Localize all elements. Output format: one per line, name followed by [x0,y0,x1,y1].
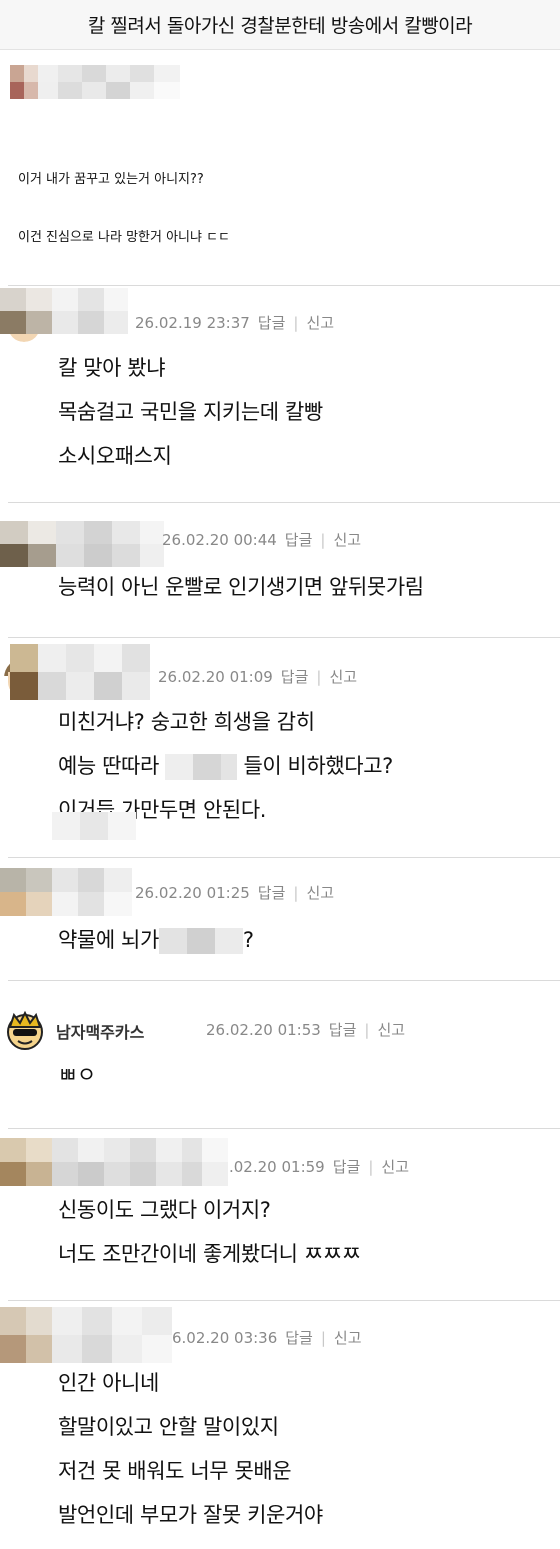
divider [8,285,560,286]
comment-item: 남자맥주카스 26.02.20 01:53 답글 | 신고 ㅃㅇ [0,983,560,1108]
comment-body: 약물에 뇌가? [58,922,254,966]
comment-line: 저건 못 배워도 너무 못배운 [58,1459,292,1483]
comment-body: 칼 맞아 봤냐 목숨걸고 국민을 지키는데 칼빵 소시오패스지 [58,350,323,482]
beer-avatar-icon[interactable] [4,1009,46,1051]
comment-line: 능력이 아닌 운빨로 인기생기면 앞뒤못가림 [58,575,424,599]
reply-link[interactable]: 답글 [258,312,286,333]
report-link[interactable]: 신고 [333,529,361,550]
comment-item: 26.02.20 01:09 답글 | 신고 미친거냐? 숭고한 희생을 감히 … [0,640,560,840]
comment-meta: 26.02.20 00:44 답글 | 신고 [162,529,361,550]
meta-separator: | [293,883,299,902]
comment-time: 26.02.19 23:37 [135,313,250,332]
nickname-mosaic [10,644,150,700]
nickname-mosaic [0,1138,228,1186]
comment-line: 칼 맞아 봤냐 [58,356,166,380]
meta-separator: | [320,1328,326,1347]
post-title-bar: 칼 찔려서 돌아가신 경찰분한테 방송에서 칼빵이라 [0,0,560,50]
comment-line: 신동이도 그랬다 이거지? [58,1198,271,1222]
comment-item: 26.02.20 01:25 답글 | 신고 약물에 뇌가? [0,840,560,980]
meta-separator: | [293,313,299,332]
comment-meta: 26.02.20 01:25 답글 | 신고 [135,882,334,903]
comment-line-part: 예능 딴따라 [58,754,159,778]
mosaic-blur [10,65,180,99]
comment-line: 할말이있고 안할 말이있지 [58,1415,279,1439]
comment-meta: 6.02.20 03:36 답글 | 신고 [172,1327,362,1348]
divider [8,502,560,503]
comment-meta: .02.20 01:59 답글 | 신고 [229,1156,409,1177]
divider [8,637,560,638]
comment-time: 26.02.20 00:44 [162,530,277,549]
report-link[interactable]: 신고 [306,312,334,333]
post-body: 이거 내가 꿈꾸고 있는거 아니지?? 이건 진심으로 나라 망한거 아니냐 ㄷ… [18,170,230,286]
comment-line: 발언인데 부모가 잘못 키운거야 [58,1503,323,1527]
comment-time: 26.02.20 01:53 [206,1020,321,1039]
reply-link[interactable]: 답글 [333,1156,361,1177]
nickname-mosaic [0,288,128,334]
reply-link[interactable]: 답글 [285,1327,313,1348]
post-author-mosaic [10,64,180,100]
report-link[interactable]: 신고 [329,666,357,687]
comment-item: 26.02.19 23:37 답글 | 신고 칼 맞아 봤냐 목숨걸고 국민을 … [0,288,560,500]
comment-body: 능력이 아닌 운빨로 인기생기면 앞뒤못가림 [58,569,424,613]
post-body-line: 이거 내가 꿈꾸고 있는거 아니지?? [18,172,204,187]
reply-link[interactable]: 답글 [285,529,313,550]
meta-separator: | [320,530,326,549]
divider [8,980,560,981]
nickname-mosaic [0,1307,172,1363]
report-link[interactable]: 신고 [381,1156,409,1177]
comment-item: 6.02.20 03:36 답글 | 신고 인간 아니네 할말이있고 안할 말이… [0,1303,560,1549]
comment-body: ㅃㅇ [58,1057,96,1101]
report-link[interactable]: 신고 [334,1327,362,1348]
comment-line-part: 약물에 뇌가 [58,928,159,952]
censor-mosaic [158,928,243,954]
comment-line-part: 들이 비하했다고? [243,754,393,778]
reply-link[interactable]: 답글 [329,1019,357,1040]
comment-item: 26.02.20 00:44 답글 | 신고 능력이 아닌 운빨로 인기생기면 … [0,505,560,635]
comment-time: .02.20 01:59 [229,1157,325,1176]
reply-link[interactable]: 답글 [258,882,286,903]
report-link[interactable]: 신고 [377,1019,405,1040]
comment-line: 너도 조만간이네 좋게봤더니 ㅉㅉㅉ [58,1242,361,1266]
comment-line-part: ? [242,928,254,952]
comment-item: .02.20 01:59 답글 | 신고 신동이도 그랬다 이거지? 너도 조만… [0,1110,560,1300]
comment-time: 26.02.20 01:09 [158,667,273,686]
overlay-mosaic [52,812,136,840]
post-body-line: 이건 진심으로 나라 망한거 아니냐 ㄷㄷ [18,230,231,245]
divider [8,1300,560,1301]
comment-line: 소시오패스지 [58,444,172,468]
comment-line: 미친거냐? 숭고한 희생을 감히 [58,710,315,734]
comment-time: 6.02.20 03:36 [172,1328,278,1347]
nickname-mosaic [0,521,164,567]
comment-meta: 26.02.20 01:53 답글 | 신고 [206,1019,405,1040]
comment-body: 신동이도 그랬다 이거지? 너도 조만간이네 좋게봤더니 ㅉㅉㅉ [58,1192,361,1280]
comment-line: 예능 딴따라 들이 비하했다고? [58,748,393,792]
meta-separator: | [364,1020,370,1039]
meta-separator: | [316,667,322,686]
comment-meta: 26.02.20 01:09 답글 | 신고 [158,666,357,687]
comment-time: 26.02.20 01:25 [135,883,250,902]
comment-line: ㅃㅇ [58,1063,96,1087]
report-link[interactable]: 신고 [306,882,334,903]
reply-link[interactable]: 답글 [281,666,309,687]
post-title: 칼 찔려서 돌아가신 경찰분한테 방송에서 칼빵이라 [87,15,473,37]
nickname-mosaic [0,868,132,916]
comment-meta: 26.02.19 23:37 답글 | 신고 [135,312,334,333]
comment-line: 인간 아니네 [58,1371,159,1395]
comment-line: 약물에 뇌가? [58,922,254,966]
meta-separator: | [368,1157,374,1176]
comment-nickname[interactable]: 남자맥주카스 [56,1019,144,1043]
censor-mosaic [165,754,238,780]
comment-body: 인간 아니네 할말이있고 안할 말이있지 저건 못 배워도 너무 못배운 발언인… [58,1365,323,1541]
comment-line: 목숨걸고 국민을 지키는데 칼빵 [58,400,323,424]
